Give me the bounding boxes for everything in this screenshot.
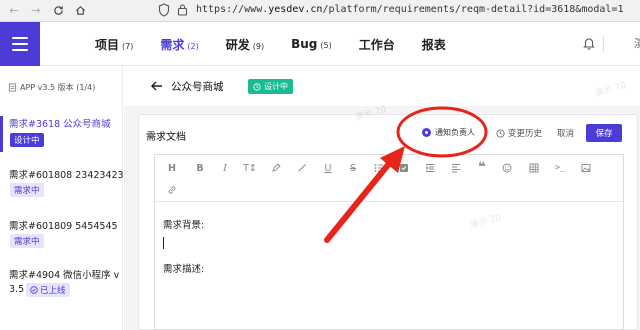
nav-item-reports[interactable]: 报表: [422, 36, 446, 53]
reload-icon[interactable]: [50, 3, 66, 19]
bold-icon[interactable]: B: [193, 161, 207, 175]
editor-line-description: 需求描述:: [163, 264, 205, 275]
nav-item-bug[interactable]: Bug (5): [291, 37, 332, 51]
app-header: 项目 (7) 需求 (2) 研发 (9) Bug (5) 工作台 报表 演: [0, 22, 640, 66]
project-name: APP v3.5 版本 (1/4): [20, 83, 96, 92]
url-prefix: https://www.: [196, 4, 269, 15]
list-item[interactable]: 需求#3618 公众号商城 设计中: [0, 116, 123, 156]
bullet-list-icon[interactable]: [372, 161, 386, 175]
doc-title: 需求文档: [146, 132, 186, 143]
nav-label: 工作台: [358, 37, 395, 52]
back-arrow-icon[interactable]: ←: [6, 3, 22, 19]
check-circle-icon: [30, 286, 38, 294]
heading-icon[interactable]: H: [165, 161, 179, 175]
list-item[interactable]: 需求#4904 微信小程序 v 3.5 已上线: [0, 267, 123, 317]
project-selector[interactable]: APP v3.5 版本 (1/4): [8, 82, 95, 93]
doc-editor[interactable]: H B I T↕ U S ❝ >_ 需求背景: 需求描述:: [154, 154, 624, 330]
nav-label: 需求: [160, 37, 185, 52]
doc-icon: [8, 83, 17, 92]
notify-owner-radio[interactable]: 通知负责人: [422, 127, 475, 138]
url-host: yesdev.cn: [268, 4, 323, 15]
underline-icon[interactable]: U: [321, 161, 335, 175]
brush-icon[interactable]: [295, 161, 309, 175]
forward-arrow-icon[interactable]: →: [28, 3, 44, 19]
list-item-title: 需求#601808 23423423: [9, 170, 124, 181]
checkbox-icon[interactable]: [397, 161, 411, 175]
browser-toolbar: ← → https://www.yesdev.cn/platform/requi…: [0, 0, 640, 22]
table-icon[interactable]: [527, 161, 541, 175]
status-badge: 需求中: [10, 183, 44, 197]
nav-count: (5): [320, 41, 332, 50]
radio-dot-icon: [422, 128, 431, 137]
nav-count: (9): [252, 41, 265, 51]
requirement-list-panel: APP v3.5 版本 (1/4) 需求#3618 公众号商城 设计中 需求#6…: [0, 66, 124, 330]
shield-icon[interactable]: [158, 3, 170, 20]
align-left-icon[interactable]: [449, 161, 463, 175]
list-item-title: 需求#3618 公众号商城: [9, 119, 111, 130]
status-tag-label: 设计中: [264, 82, 288, 91]
strikethrough-icon[interactable]: S: [346, 161, 360, 175]
notify-owner-label: 通知负责人: [435, 128, 475, 137]
editor-line-background: 需求背景:: [163, 220, 205, 231]
nav-count: (2): [187, 41, 199, 51]
indent-icon[interactable]: [423, 161, 437, 175]
text-caret: [163, 237, 164, 249]
home-icon[interactable]: [72, 3, 88, 19]
url-path: /platform/requirements/reqm-detail?id=36…: [322, 4, 624, 15]
requirement-detail: 公众号商城 设计中 需求文档 通知负责人 变更历史 取消 保存 H B I T↕: [124, 66, 640, 330]
status-badge: 设计中: [10, 133, 44, 147]
cancel-button[interactable]: 取消: [557, 127, 574, 139]
list-item[interactable]: 需求#601808 23423423 需求中: [0, 167, 124, 207]
clock-icon: [253, 82, 261, 91]
editor-toolbar: H B I T↕ U S ❝ >_: [155, 155, 623, 202]
italic-icon[interactable]: I: [218, 161, 232, 175]
header-divider: [603, 36, 604, 52]
back-arrow-icon[interactable]: [150, 79, 164, 93]
nav-label: 报表: [421, 37, 446, 52]
save-button[interactable]: 保存: [586, 124, 622, 142]
link-icon[interactable]: [165, 183, 179, 197]
code-icon[interactable]: >_: [553, 161, 567, 175]
list-item-title: 需求#601809 5454545: [9, 221, 118, 232]
address-bar[interactable]: https://www.yesdev.cn/platform/requireme…: [196, 4, 623, 15]
status-badge-label: 已上线: [40, 286, 66, 296]
nav-item-requirements[interactable]: 需求 (2): [160, 36, 198, 53]
hamburger-menu-icon[interactable]: [0, 22, 40, 66]
nav-item-development[interactable]: 研发 (9): [226, 36, 264, 53]
header-user-text[interactable]: 演: [634, 35, 640, 51]
highlight-icon[interactable]: [269, 161, 283, 175]
nav-label: 项目: [95, 37, 120, 52]
active-indicator: [0, 116, 3, 152]
font-size-icon[interactable]: T↕: [243, 161, 257, 175]
change-history-label: 变更历史: [508, 129, 543, 139]
list-item-title-cont: 3.5: [9, 284, 25, 295]
nav-count: (7): [122, 41, 134, 51]
status-badge: 需求中: [10, 234, 44, 248]
bell-icon[interactable]: [582, 36, 596, 50]
detail-header: 公众号商城 设计中: [124, 66, 640, 106]
nav-item-projects[interactable]: 项目 (7): [95, 36, 133, 53]
image-icon[interactable]: [579, 161, 593, 175]
list-item[interactable]: 需求#601809 5454545 需求中: [0, 218, 123, 258]
nav-label: Bug: [291, 37, 318, 51]
main-nav: 项目 (7) 需求 (2) 研发 (9) Bug (5) 工作台 报表: [95, 22, 473, 66]
quote-icon[interactable]: ❝: [475, 160, 489, 175]
emoji-icon[interactable]: [500, 161, 514, 175]
page-title: 公众号商城: [171, 81, 224, 93]
nav-item-workbench[interactable]: 工作台: [359, 36, 395, 53]
lock-icon[interactable]: [177, 3, 188, 19]
status-badge: 已上线: [26, 283, 70, 297]
status-tag[interactable]: 设计中: [248, 79, 293, 94]
change-history-button[interactable]: 变更历史: [496, 127, 542, 139]
nav-label: 研发: [225, 37, 250, 52]
list-item-title: 需求#4904 微信小程序 v: [9, 270, 120, 281]
history-clock-icon: [496, 128, 505, 138]
